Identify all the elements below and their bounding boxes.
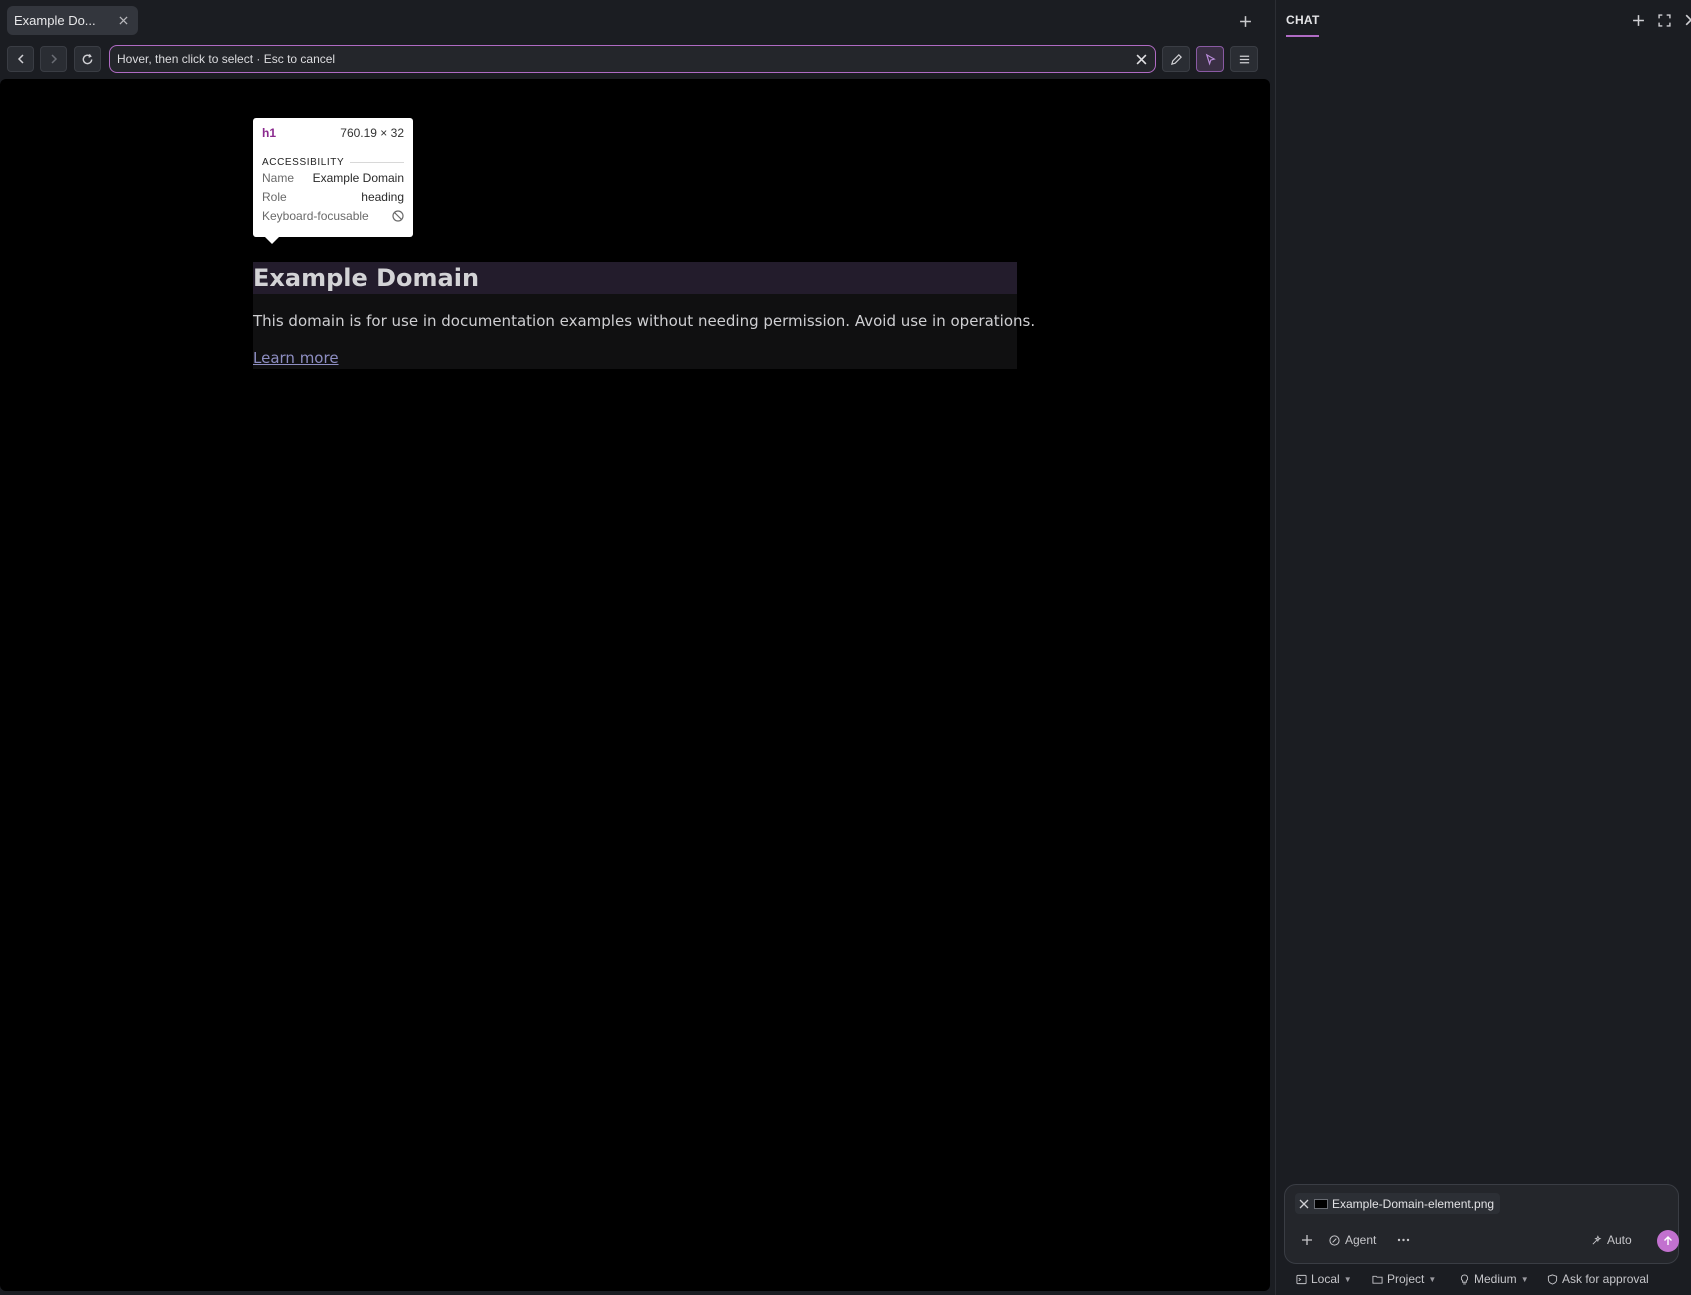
chat-pane: CHAT Example-Domain-element.png Agent Au… <box>1275 0 1691 1295</box>
app-window: Example Do... Hover, then click to selec… <box>0 0 1691 1295</box>
reload-button[interactable] <box>74 46 101 72</box>
chevron-down-icon: ▼ <box>1428 1274 1437 1284</box>
reload-icon <box>82 53 93 64</box>
maximize-button[interactable] <box>1654 10 1674 30</box>
close-chat-button[interactable] <box>1681 10 1691 30</box>
shield-icon <box>1547 1273 1558 1285</box>
plus-icon <box>1632 14 1644 26</box>
more-options-button[interactable] <box>1397 1229 1410 1251</box>
sparkle-icon <box>1592 1234 1602 1244</box>
effort-select[interactable]: Medium ▼ <box>1459 1270 1529 1288</box>
inspector-header: h1 760.19 × 32 <box>262 126 404 144</box>
inspector-size: 760.19 × 32 <box>340 126 404 140</box>
folder-icon <box>1372 1275 1383 1284</box>
page-viewport[interactable]: Example Domain This domain is for use in… <box>0 79 1270 1291</box>
inspector-row-role: Role heading <box>262 189 404 204</box>
send-button[interactable] <box>1657 1230 1679 1252</box>
attachment-name: Example-Domain-element.png <box>1332 1196 1495 1211</box>
lightbulb-icon <box>1460 1273 1469 1284</box>
more-icon <box>1397 1238 1410 1242</box>
agent-mode-label: Agent <box>1345 1233 1377 1247</box>
close-icon[interactable] <box>116 14 130 28</box>
url-text: Hover, then click to select · Esc to can… <box>117 52 336 66</box>
tab-example-domain[interactable]: Example Do... <box>7 6 138 35</box>
browser-toolbar: Hover, then click to select · Esc to can… <box>0 44 1270 74</box>
environment-select[interactable]: Local ▼ <box>1296 1270 1352 1288</box>
select-element-button[interactable] <box>1196 46 1224 72</box>
arrow-left-icon <box>17 54 24 64</box>
url-bar[interactable]: Hover, then click to select · Esc to can… <box>109 45 1156 73</box>
inspector-section-title: ACCESSIBILITY <box>262 156 404 168</box>
agent-icon <box>1329 1234 1340 1246</box>
attachment-thumbnail <box>1314 1198 1328 1209</box>
chevron-down-icon: ▼ <box>1343 1274 1352 1284</box>
close-icon <box>1685 14 1691 26</box>
new-chat-button[interactable] <box>1628 10 1648 30</box>
auto-model-label: Auto <box>1607 1233 1632 1247</box>
menu-button[interactable] <box>1230 46 1258 72</box>
agent-mode-button[interactable]: Agent <box>1329 1229 1376 1251</box>
chat-title[interactable]: CHAT <box>1286 13 1320 27</box>
back-button[interactable] <box>7 46 34 72</box>
tab-bar: Example Do... <box>0 0 1270 40</box>
inspector-row-keyboard-focusable: Keyboard-focusable <box>262 206 404 225</box>
not-allowed-icon <box>391 209 404 222</box>
element-inspector-tooltip: h1 760.19 × 32 ACCESSIBILITY Name Exampl… <box>253 118 413 244</box>
auto-model-button[interactable]: Auto <box>1591 1229 1632 1251</box>
add-context-button[interactable] <box>1301 1229 1313 1251</box>
chat-composer[interactable]: Example-Domain-element.png Agent Auto <box>1284 1184 1679 1264</box>
chat-tab-indicator <box>1286 35 1319 37</box>
close-icon[interactable] <box>1131 49 1151 69</box>
inspector-tag: h1 <box>262 126 277 140</box>
chat-status-bar: Local ▼ Project ▼ Medium ▼ Ask for appro… <box>1296 1270 1686 1288</box>
approval-select[interactable]: Ask for approval <box>1547 1270 1649 1288</box>
menu-icon <box>1239 55 1249 63</box>
plus-icon <box>1302 1235 1312 1245</box>
annotate-button[interactable] <box>1162 46 1190 72</box>
close-icon[interactable] <box>1298 1198 1310 1210</box>
browser-pane: Example Do... Hover, then click to selec… <box>0 0 1270 1295</box>
learn-more-link[interactable]: Learn more <box>253 349 339 367</box>
forward-button[interactable] <box>40 46 67 72</box>
pencil-icon <box>1170 53 1182 65</box>
tab-title: Example Do... <box>14 13 96 28</box>
terminal-icon <box>1296 1274 1307 1284</box>
arrow-up-icon <box>1664 1236 1672 1245</box>
chevron-down-icon: ▼ <box>1520 1274 1529 1284</box>
scope-select[interactable]: Project ▼ <box>1372 1270 1436 1288</box>
new-tab-button[interactable] <box>1234 10 1256 32</box>
page-paragraph[interactable]: This domain is for use in documentation … <box>253 312 1035 330</box>
page-heading[interactable]: Example Domain <box>253 264 479 292</box>
arrow-right-icon <box>50 54 57 64</box>
maximize-icon <box>1657 13 1671 27</box>
attachment-chip[interactable]: Example-Domain-element.png <box>1295 1193 1501 1214</box>
plus-icon <box>1239 15 1251 27</box>
inspector-row-name: Name Example Domain <box>262 170 404 185</box>
cursor-icon <box>1205 53 1216 66</box>
